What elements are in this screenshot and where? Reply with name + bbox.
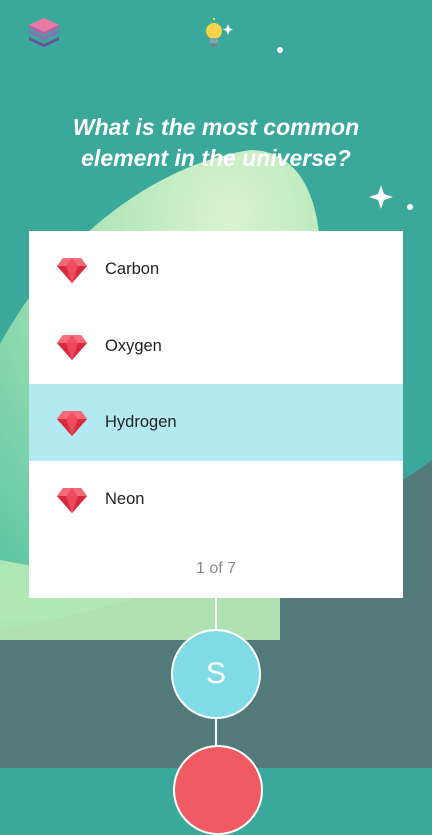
ruby-gem-icon bbox=[57, 487, 87, 513]
answer-option-label: Oxygen bbox=[105, 337, 162, 355]
lightbulb-sparkle-icon[interactable] bbox=[200, 18, 236, 52]
answer-card: 1 of 7 Carbon Oxygen Hydrogen Neon bbox=[29, 231, 403, 598]
answer-option-label: Neon bbox=[105, 490, 145, 508]
star-dot bbox=[277, 47, 283, 53]
answer-option[interactable]: Oxygen bbox=[29, 308, 403, 385]
answer-option-label: Carbon bbox=[105, 260, 160, 278]
answer-option[interactable]: Neon bbox=[29, 461, 403, 538]
layers-icon[interactable] bbox=[26, 16, 62, 50]
path-line bbox=[215, 598, 217, 630]
answer-option[interactable]: Hydrogen bbox=[29, 384, 403, 461]
answer-option-label: Hydrogen bbox=[105, 413, 177, 431]
star-dot bbox=[407, 204, 413, 210]
path-line bbox=[215, 716, 217, 746]
path-node-s[interactable]: S bbox=[171, 629, 261, 719]
question-counter: 1 of 7 bbox=[195, 560, 237, 577]
question-text: What is the most common element in the u… bbox=[72, 114, 360, 171]
path-node-label: S bbox=[205, 657, 226, 690]
ruby-gem-icon bbox=[57, 410, 87, 436]
path-node-next[interactable] bbox=[173, 745, 263, 835]
answer-option[interactable]: Carbon bbox=[29, 231, 403, 308]
ruby-gem-icon bbox=[57, 257, 87, 283]
ruby-gem-icon bbox=[57, 334, 87, 360]
